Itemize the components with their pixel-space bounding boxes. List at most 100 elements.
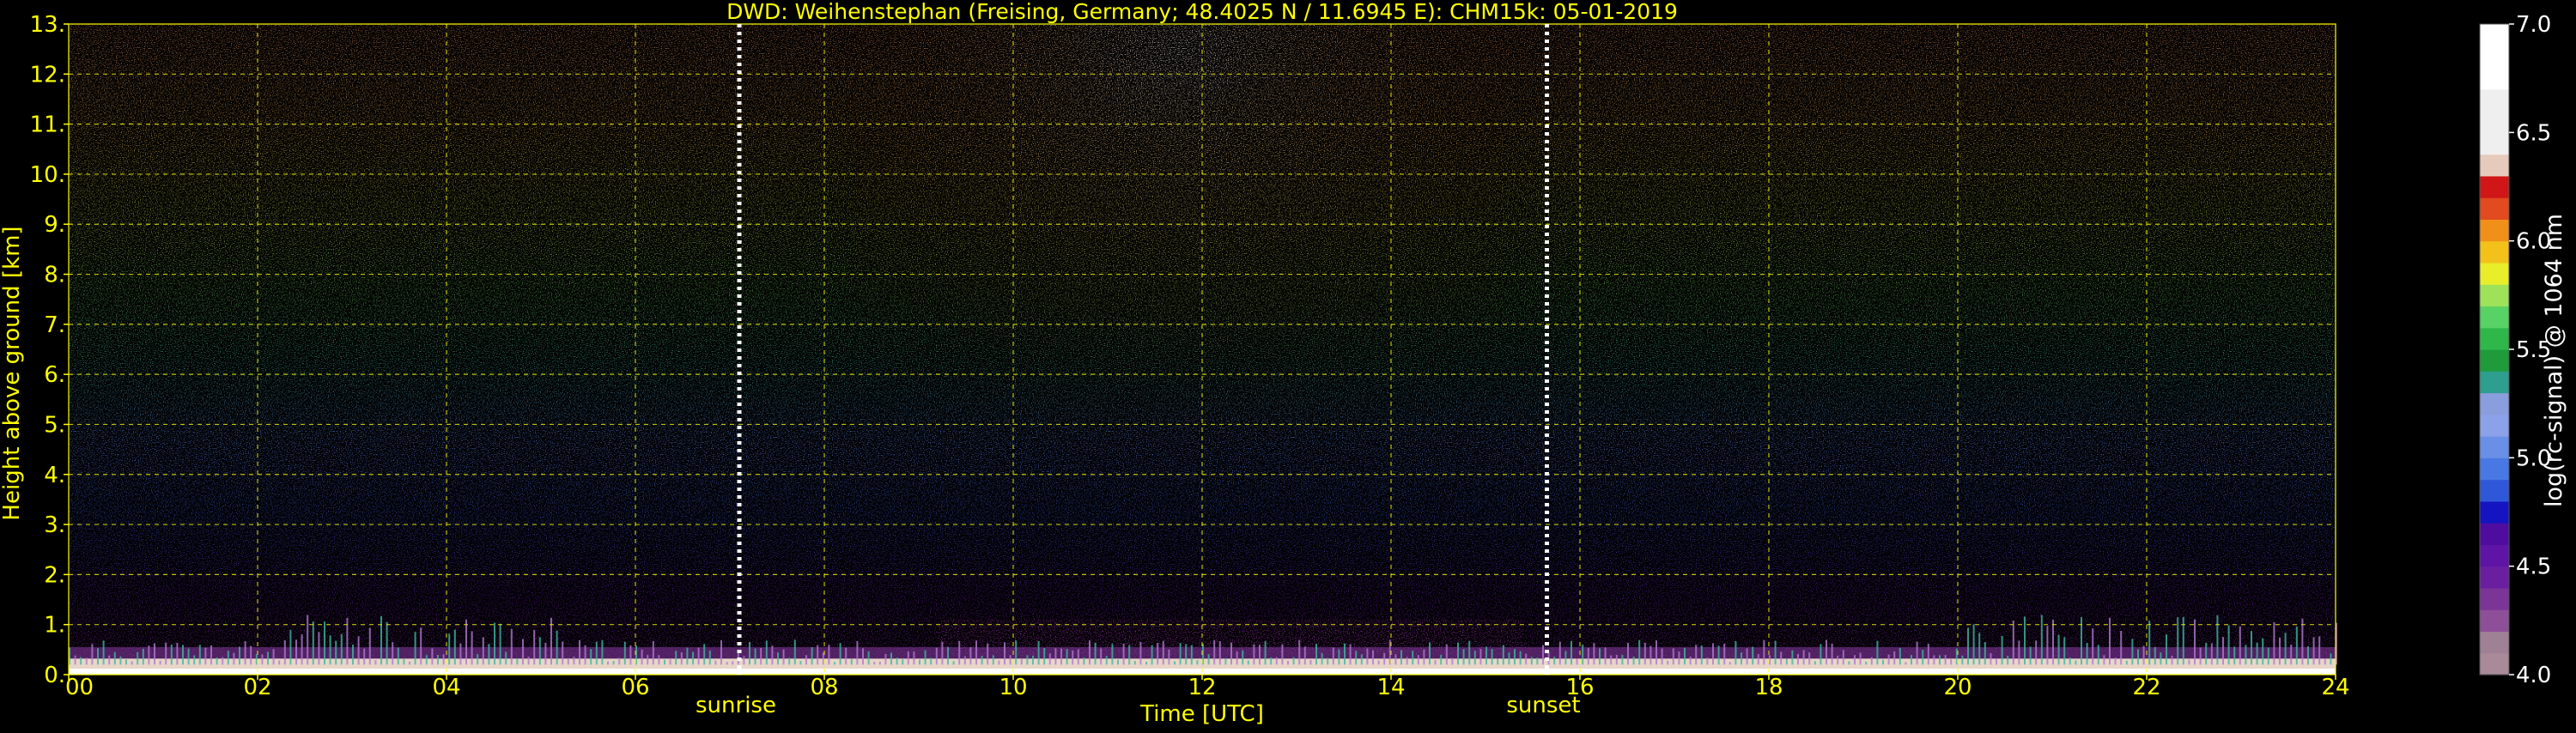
- y-tick-label: 1.: [44, 613, 65, 639]
- echo-column: [1876, 640, 1879, 665]
- echo-column: [981, 656, 983, 665]
- echo-column: [403, 658, 405, 665]
- echo-column: [182, 645, 184, 665]
- echo-column: [1242, 650, 1244, 665]
- echo-column: [732, 661, 734, 665]
- echo-column: [1649, 645, 1652, 665]
- echo-column: [108, 655, 111, 665]
- echo-column: [2318, 636, 2321, 665]
- echo-column: [1706, 657, 1709, 665]
- echo-column: [2312, 637, 2315, 665]
- echo-column: [1145, 661, 1147, 665]
- echo-column: [1638, 639, 1641, 665]
- echo-column: [250, 645, 252, 665]
- echo-column: [1196, 660, 1199, 665]
- echo-column: [516, 657, 519, 665]
- echo-column: [227, 651, 229, 665]
- echo-column: [1746, 648, 1748, 665]
- echo-column: [1309, 659, 1312, 665]
- echo-column: [1479, 648, 1482, 665]
- echo-column: [1752, 646, 1754, 665]
- echo-column: [125, 659, 127, 665]
- y-tick-label: 4.: [44, 463, 65, 488]
- echo-column: [538, 637, 541, 665]
- echo-column: [392, 642, 394, 665]
- y-axis: 0. 1. 2. 3. 4. 5. 6. 7. 8. 9. 10. 11. 12. 13.: [30, 12, 69, 688]
- echo-column: [1826, 639, 1827, 665]
- echo-column: [74, 655, 76, 665]
- echo-column: [1303, 646, 1306, 665]
- echo-column: [647, 655, 649, 665]
- echo-column: [1950, 658, 1953, 665]
- echo-column: [533, 629, 536, 665]
- echo-column: [2046, 626, 2049, 665]
- echo-column: [1870, 657, 1873, 665]
- echo-column: [1457, 642, 1459, 665]
- echo-column: [1525, 653, 1528, 665]
- echo-column: [607, 661, 609, 665]
- echo-column: [2177, 617, 2179, 665]
- echo-column: [1990, 652, 1992, 665]
- echo-column: [1978, 633, 1981, 665]
- echo-column: [544, 642, 547, 665]
- echo-column: [782, 649, 785, 665]
- chart-title: DWD: Weihenstephan (Freising, Germany; 4…: [726, 0, 1678, 24]
- echo-column: [510, 628, 513, 665]
- echo-column: [811, 647, 813, 665]
- echo-column: [1593, 643, 1595, 665]
- echo-column: [1089, 640, 1091, 665]
- echo-column: [352, 645, 354, 665]
- echo-column: [1887, 654, 1890, 665]
- echo-column: [1700, 645, 1703, 665]
- echo-column: [1967, 627, 1969, 665]
- echo-column: [726, 662, 728, 665]
- echo-column: [329, 635, 331, 665]
- echo-column: [187, 648, 190, 665]
- echo-column: [1514, 649, 1516, 665]
- echo-column: [1355, 651, 1358, 665]
- echo-column: [1338, 649, 1340, 665]
- echo-column: [2040, 615, 2043, 665]
- echo-column: [1122, 644, 1125, 665]
- echo-column: [499, 623, 501, 665]
- echo-column: [1661, 648, 1663, 665]
- echo-column: [664, 659, 665, 665]
- echo-column: [442, 654, 445, 665]
- y-axis-label: Height above ground [km]: [0, 226, 25, 520]
- echo-column: [998, 660, 1000, 665]
- echo-column: [1383, 652, 1386, 665]
- echo-column: [2007, 656, 2009, 665]
- echo-column: [1582, 644, 1584, 665]
- echo-column: [612, 661, 615, 665]
- echo-column: [862, 648, 864, 665]
- echo-column: [2205, 642, 2208, 665]
- echo-column: [1400, 650, 1402, 665]
- echo-column: [1542, 645, 1544, 665]
- colorbar-band: [2480, 219, 2509, 242]
- echo-column: [601, 639, 604, 665]
- echo-column: [2301, 618, 2304, 665]
- echo-column: [1218, 641, 1221, 665]
- echo-column: [1037, 640, 1040, 665]
- echo-column: [1564, 651, 1567, 665]
- echo-column: [159, 660, 161, 665]
- echo-column: [1321, 652, 1323, 665]
- echo-column: [131, 661, 133, 665]
- colorbar-band: [2480, 240, 2509, 264]
- echo-column: [1735, 640, 1737, 665]
- echo-column: [1105, 656, 1108, 665]
- echo-column: [1077, 649, 1079, 665]
- echo-column: [629, 645, 632, 665]
- colorbar-tick-label: 4.0: [2516, 663, 2551, 688]
- echo-column: [1837, 655, 1839, 665]
- echo-column: [1032, 655, 1034, 665]
- y-tick-label: 3.: [44, 512, 65, 538]
- echo-column: [1094, 642, 1097, 665]
- echo-column: [425, 655, 428, 665]
- echo-column: [1842, 650, 1844, 665]
- echo-column: [805, 655, 807, 665]
- y-tick-label: 5.: [44, 412, 65, 438]
- echo-column: [771, 645, 774, 665]
- colorbar-band: [2480, 262, 2509, 285]
- echo-column: [527, 657, 530, 665]
